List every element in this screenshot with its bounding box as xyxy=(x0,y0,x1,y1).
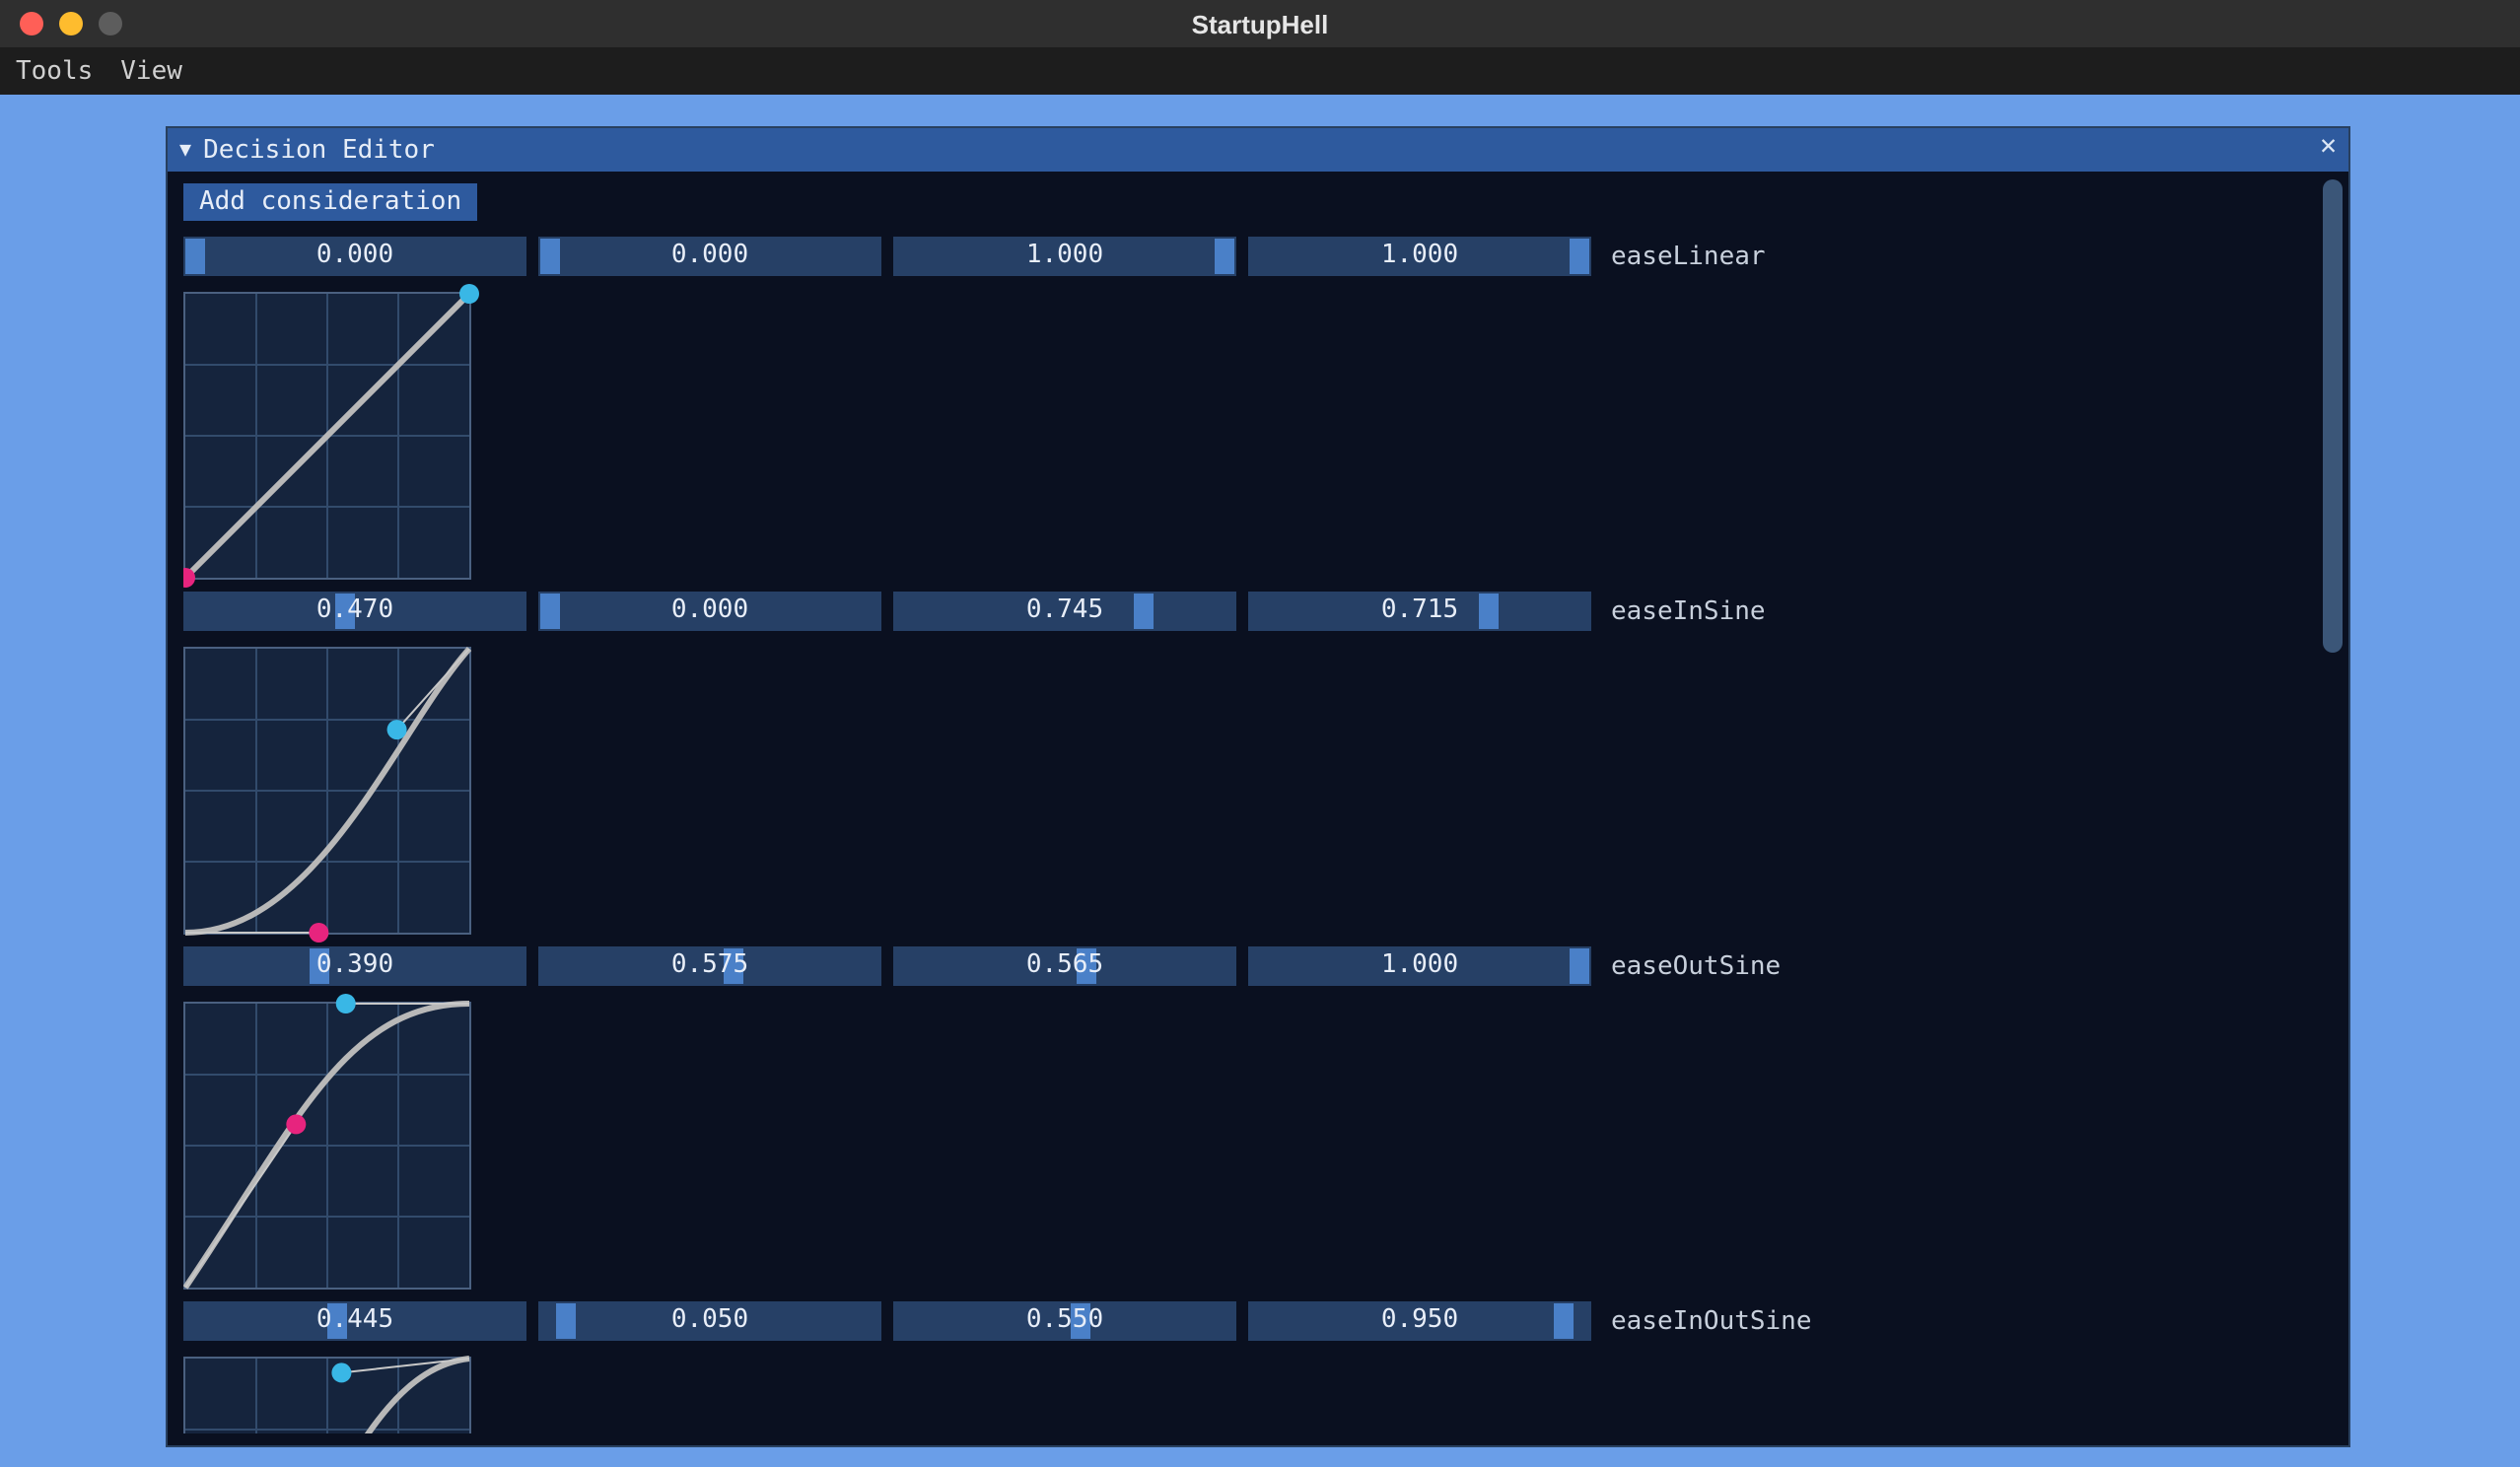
bezier-param-slider[interactable]: 0.445 xyxy=(183,1301,526,1341)
slider-value: 0.000 xyxy=(671,595,748,625)
bezier-param-slider[interactable]: 0.000 xyxy=(183,237,526,276)
slider-value: 1.000 xyxy=(1026,241,1103,270)
bezier-param-slider[interactable]: 0.050 xyxy=(538,1301,881,1341)
slider-row: 0.390 0.575 0.565 1.000 easeOutSine xyxy=(183,946,2333,986)
bezier-preview[interactable] xyxy=(183,292,471,580)
menu-view[interactable]: View xyxy=(120,56,182,86)
panel-title: Decision Editor xyxy=(203,135,435,165)
panel-titlebar[interactable]: ▼ Decision Editor ✕ xyxy=(168,128,2348,172)
bezier-param-slider[interactable]: 1.000 xyxy=(893,237,1236,276)
bezier-preview[interactable] xyxy=(183,1357,471,1433)
easing-label: easeLinear xyxy=(1611,242,1766,271)
bezier-param-slider[interactable]: 1.000 xyxy=(1248,946,1591,986)
bezier-handle-p1[interactable] xyxy=(309,923,328,943)
easing-label: easeInOutSine xyxy=(1611,1306,1812,1336)
bezier-param-slider[interactable]: 0.000 xyxy=(538,592,881,631)
slider-value: 0.575 xyxy=(671,950,748,980)
curve-entry: 0.390 0.575 0.565 1.000 easeOutSine xyxy=(183,946,2333,1290)
bezier-param-slider[interactable]: 0.000 xyxy=(538,237,881,276)
bezier-preview[interactable] xyxy=(183,1002,471,1290)
easing-label: easeOutSine xyxy=(1611,951,1781,981)
easing-label: easeInSine xyxy=(1611,596,1766,626)
menu-tools[interactable]: Tools xyxy=(16,56,93,86)
scrollbar-thumb[interactable] xyxy=(2323,179,2343,653)
slider-value: 0.050 xyxy=(671,1305,748,1335)
close-window-icon[interactable] xyxy=(20,12,43,35)
curve-entry: 0.445 0.050 0.550 0.950 easeInOutSine xyxy=(183,1301,2333,1433)
bezier-handle-p2[interactable] xyxy=(387,720,407,739)
bezier-param-slider[interactable]: 0.950 xyxy=(1248,1301,1591,1341)
scrollbar[interactable] xyxy=(2321,175,2345,1441)
bezier-preview[interactable] xyxy=(183,647,471,935)
close-icon[interactable]: ✕ xyxy=(2320,132,2337,160)
curve-entry: 0.000 0.000 1.000 1.000 easeLinear xyxy=(183,237,2333,580)
slider-value: 1.000 xyxy=(1381,241,1458,270)
add-consideration-button[interactable]: Add consideration xyxy=(183,183,477,221)
window-title: StartupHell xyxy=(0,9,2520,38)
bezier-param-slider[interactable]: 0.715 xyxy=(1248,592,1591,631)
minimize-window-icon[interactable] xyxy=(59,12,83,35)
bezier-param-slider[interactable]: 0.575 xyxy=(538,946,881,986)
bezier-handle-p2[interactable] xyxy=(331,1362,351,1382)
slider-value: 0.550 xyxy=(1026,1305,1103,1335)
collapse-arrow-icon[interactable]: ▼ xyxy=(179,139,191,161)
zoom-window-icon xyxy=(99,12,122,35)
slider-value: 0.390 xyxy=(316,950,393,980)
slider-value: 0.470 xyxy=(316,595,393,625)
bezier-param-slider[interactable]: 0.565 xyxy=(893,946,1236,986)
decision-editor-window[interactable]: ▼ Decision Editor ✕ Add consideration 0.… xyxy=(166,126,2350,1447)
slider-row: 0.470 0.000 0.745 0.715 easeInSine xyxy=(183,592,2333,631)
menubar: Tools View xyxy=(0,47,2520,95)
slider-value: 0.950 xyxy=(1381,1305,1458,1335)
bezier-param-slider[interactable]: 0.470 xyxy=(183,592,526,631)
slider-value: 0.000 xyxy=(671,241,748,270)
mac-titlebar: StartupHell xyxy=(0,0,2520,47)
slider-row: 0.445 0.050 0.550 0.950 easeInOutSine xyxy=(183,1301,2333,1341)
bezier-param-slider[interactable]: 0.745 xyxy=(893,592,1236,631)
slider-value: 0.715 xyxy=(1381,595,1458,625)
slider-row: 0.000 0.000 1.000 1.000 easeLinear xyxy=(183,237,2333,276)
bezier-param-slider[interactable]: 0.550 xyxy=(893,1301,1236,1341)
bezier-handle-p1[interactable] xyxy=(286,1114,306,1134)
curve-entry: 0.470 0.000 0.745 0.715 easeInSine xyxy=(183,592,2333,935)
bezier-param-slider[interactable]: 1.000 xyxy=(1248,237,1591,276)
bezier-param-slider[interactable]: 0.390 xyxy=(183,946,526,986)
slider-value: 0.000 xyxy=(316,241,393,270)
slider-value: 0.445 xyxy=(316,1305,393,1335)
slider-value: 0.745 xyxy=(1026,595,1103,625)
bezier-handle-p2[interactable] xyxy=(336,994,356,1013)
slider-value: 0.565 xyxy=(1026,950,1103,980)
bezier-handle-p2[interactable] xyxy=(459,284,479,304)
slider-value: 1.000 xyxy=(1381,950,1458,980)
